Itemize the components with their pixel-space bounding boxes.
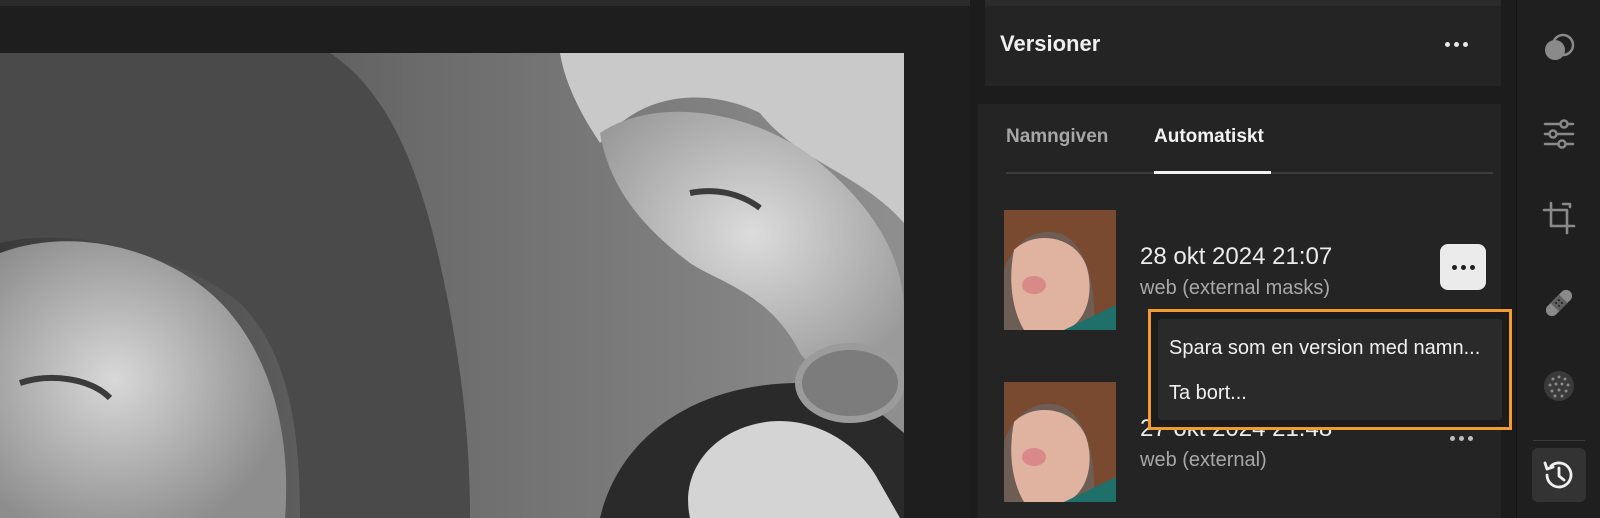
version-tag: web (external) <box>1140 449 1267 471</box>
panel-title: Versioner <box>1000 31 1101 56</box>
mix-icon <box>1545 33 1575 60</box>
rail-divider <box>1533 440 1585 441</box>
version-tag: web (external masks) <box>1140 277 1331 299</box>
more-icon <box>1449 435 1473 441</box>
version-thumbnail <box>1004 382 1116 502</box>
version-more-button[interactable] <box>1440 244 1486 290</box>
versions-tool-button[interactable] <box>1532 448 1586 502</box>
grain-tool-button[interactable] <box>1532 359 1586 413</box>
more-icon <box>1444 41 1468 47</box>
top-strip <box>0 0 970 6</box>
tool-rail <box>1516 0 1600 518</box>
healing-tool-button[interactable] <box>1532 276 1586 330</box>
tab-named[interactable]: Namngiven <box>1006 126 1108 148</box>
mix-tool-button[interactable] <box>1532 22 1586 76</box>
panel-header: Versioner <box>985 0 1501 86</box>
menu-surface: Spara som en version med namn... Ta bort… <box>1158 319 1502 420</box>
version-thumbnail <box>1004 210 1116 330</box>
crop-tool-button[interactable] <box>1532 191 1586 245</box>
crop-icon <box>1542 201 1576 235</box>
preview-image <box>0 53 904 518</box>
grain-icon <box>1544 371 1574 401</box>
active-tab-indicator <box>1154 171 1271 174</box>
adjust-tool-button[interactable] <box>1532 107 1586 161</box>
version-date: 28 okt 2024 21:07 <box>1140 243 1333 270</box>
bandage-icon <box>1545 289 1573 317</box>
tab-automatic[interactable]: Automatiskt <box>1154 126 1264 148</box>
panel-more-button[interactable] <box>1439 30 1473 58</box>
more-icon <box>1451 264 1475 270</box>
history-icon <box>1543 461 1573 489</box>
versions-panel: Versioner Namngiven Automatiskt 28 okt 2… <box>970 0 1516 518</box>
sliders-icon <box>1543 119 1575 149</box>
version-tabs: Namngiven Automatiskt <box>1006 104 1493 174</box>
menu-item-delete[interactable]: Ta bort... <box>1169 382 1247 405</box>
photo-canvas[interactable] <box>0 0 970 518</box>
version-context-menu: Spara som en version med namn... Ta bort… <box>1148 309 1512 430</box>
menu-item-save-as-named-version[interactable]: Spara som en version med namn... <box>1169 337 1480 360</box>
